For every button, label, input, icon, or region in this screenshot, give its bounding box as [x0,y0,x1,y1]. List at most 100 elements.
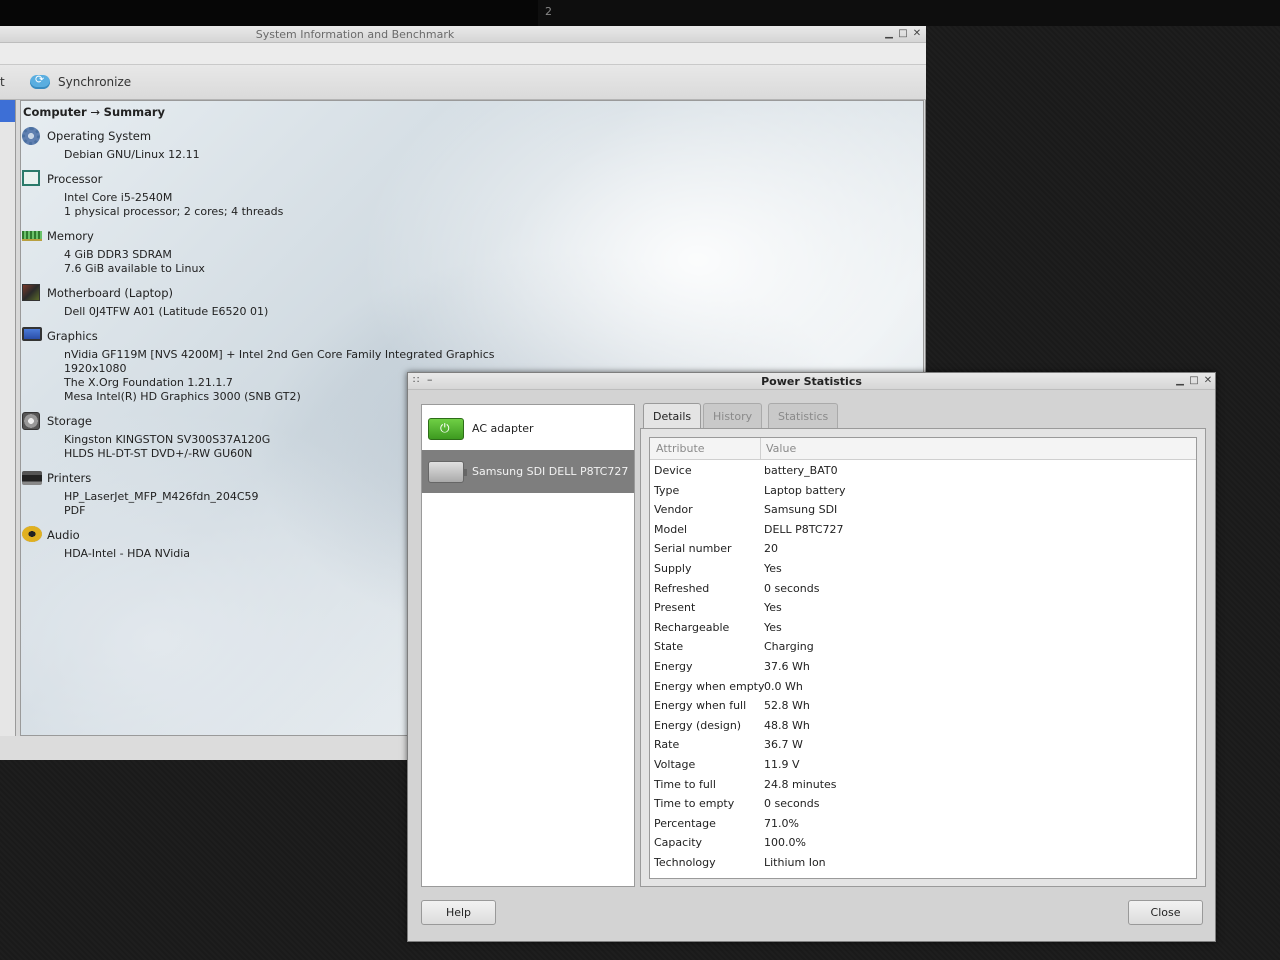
section-title: Processor [47,172,103,186]
section-title: Operating System [47,129,152,143]
device-label: AC adapter [472,422,534,435]
close-icon[interactable]: ✕ [911,27,923,41]
table-row[interactable]: Energy when full 52.8 Wh [650,696,1196,716]
section-title: Audio [47,528,80,542]
tab-details[interactable]: Details [643,403,702,430]
taskbar-area [0,0,538,26]
attribute-cell: Voltage [654,758,696,771]
value-cell: 36.7 W [764,738,803,752]
breadcrumb-arrow: → [90,105,101,119]
top-panel: 2 [0,0,1280,26]
table-row[interactable]: Technology Lithium Ion [650,853,1196,873]
power-titlebar[interactable]: ∷ – Power Statistics ▁ □ ✕ [408,373,1215,390]
table-row[interactable]: Energy (design) 48.8 Wh [650,716,1196,736]
printer-icon [22,471,42,485]
table-row[interactable]: Serial number 20 [650,539,1196,559]
attribute-cell: Capacity [654,836,703,850]
value-cell: 48.8 Wh [764,718,810,732]
table-row[interactable]: Percentage 71.0% [650,814,1196,834]
attribute-cell: Rate [654,738,680,752]
attribute-cell: Serial number [654,542,732,556]
table-row[interactable]: Model DELL P8TC727 [650,520,1196,540]
close-icon[interactable]: ✕ [1202,374,1214,388]
table-row[interactable]: Rechargeable Yes [650,618,1196,638]
header-value[interactable]: Value [766,442,796,455]
breadcrumb-page: Summary [103,105,166,119]
motherboard-icon [22,284,40,301]
section-title: Printers [47,471,92,485]
section-title: Storage [47,414,92,428]
value-cell: Laptop battery [764,483,846,497]
breadcrumb: Computer → Summary [23,105,165,119]
value-cell: Yes [764,620,782,634]
device-item-ac-adapter[interactable]: AC adapter [422,407,634,450]
value-cell: Yes [764,562,782,575]
table-row[interactable]: Refreshed 0 seconds [650,579,1196,599]
value-cell: Samsung SDI [764,503,838,517]
sysinfo-tree-panel[interactable] [0,100,16,736]
attribute-cell: Energy when empty [654,679,765,693]
close-button[interactable]: Close [1128,900,1203,925]
value-cell: DELL P8TC727 [764,522,844,536]
header-divider [760,438,761,460]
attribute-cell: Device [654,464,692,477]
table-row[interactable]: Energy 37.6 Wh [650,657,1196,677]
section-line: 1920x1080 [64,362,127,375]
table-row[interactable]: Supply Yes [650,559,1196,579]
table-row[interactable]: State Charging [650,637,1196,657]
value-cell: Yes [764,601,782,615]
audio-icon [22,526,42,542]
section-title: Memory [47,229,94,243]
table-row[interactable]: Present Yes [650,598,1196,618]
table-row[interactable]: Time to full 24.8 minutes [650,775,1196,795]
table-row[interactable]: Voltage 11.9 V [650,755,1196,775]
synchronize-button[interactable]: Synchronize [30,72,131,92]
attribute-cell: Model [654,522,688,536]
section-line: 7.6 GiB available to Linux [64,262,205,275]
battery-icon [428,461,467,483]
attribute-cell: Supply [654,562,692,575]
memory-icon [22,231,42,241]
table-row[interactable]: Vendor Samsung SDI [650,500,1196,520]
help-button[interactable]: Help [421,900,496,925]
attribute-cell: Energy (design) [654,718,742,732]
attribute-cell: State [654,640,684,654]
minimize-icon[interactable]: ▁ [1174,374,1186,388]
value-cell: battery_BAT0 [764,464,838,477]
value-cell: Charging [764,640,814,654]
ac-adapter-icon [428,418,464,440]
maximize-icon[interactable]: □ [897,27,909,41]
attribute-cell: Time to full [654,777,716,791]
details-table[interactable]: Attribute Value Device battery_BAT0 Type La… [649,437,1197,879]
workspace-number[interactable]: 2 [545,5,552,18]
table-row[interactable]: Rate 36.7 W [650,735,1196,755]
section-title: Motherboard (Laptop) [47,286,173,300]
table-row[interactable]: Time to empty 0 seconds [650,794,1196,814]
tab-statistics[interactable]: Statistics [768,403,839,429]
cpu-icon [22,170,40,186]
sysinfo-titlebar[interactable]: System Information and Benchmark ▁ □ ✕ [0,26,926,43]
attribute-cell: Present [654,601,696,615]
table-row[interactable]: Device battery_BAT0 [650,461,1196,481]
attribute-cell: Vendor [654,503,693,517]
tab-history[interactable]: History [703,403,763,429]
section-title: Graphics [47,329,98,343]
header-attribute[interactable]: Attribute [656,442,705,455]
device-list: AC adapter Samsung SDI DELL P8TC727 [421,404,635,887]
attribute-cell: Energy when full [654,699,747,713]
section-line: HDA-Intel - HDA NVidia [64,547,191,560]
disk-icon [22,412,40,430]
table-row[interactable]: Capacity 100.0% [650,833,1196,853]
attribute-cell: Rechargeable [654,620,730,634]
device-item-battery[interactable]: Samsung SDI DELL P8TC727 [422,450,634,493]
table-row[interactable]: Energy when empty 0.0 Wh [650,677,1196,697]
attribute-cell: Type [654,483,680,497]
value-cell: 11.9 V [764,758,800,771]
value-cell: 37.6 Wh [764,660,810,673]
toolbar-partial-button-label[interactable]: t [0,75,5,89]
table-row[interactable]: Type Laptop battery [650,481,1196,501]
minimize-icon[interactable]: ▁ [883,27,895,41]
maximize-icon[interactable]: □ [1188,374,1200,388]
tree-selected-item[interactable] [0,100,15,122]
value-cell: 71.0% [764,816,799,830]
